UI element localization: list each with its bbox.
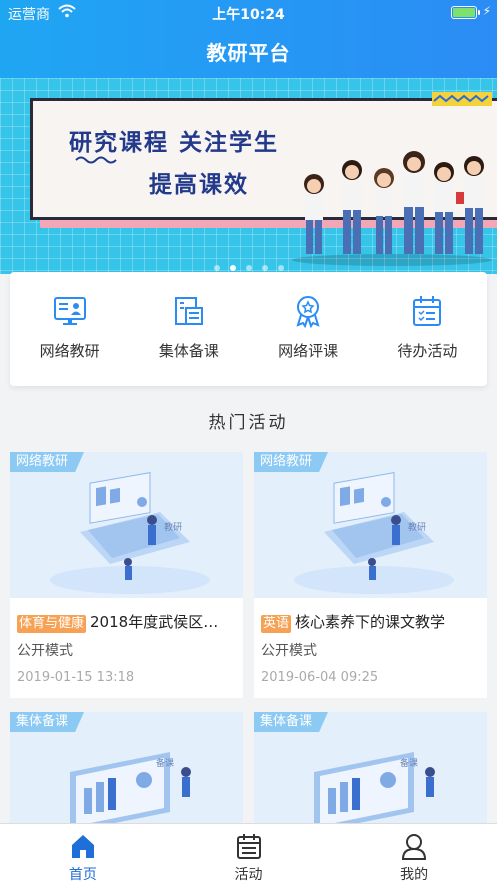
activity-date: 2019-01-15 13:18 — [17, 670, 135, 685]
section-title: 热门活动 — [208, 413, 289, 433]
charging-icon: ⚡ — [482, 4, 491, 18]
menu-label: 待办活动 — [397, 342, 458, 360]
activity-cover: 教研 网络教研 — [254, 452, 487, 598]
home-icon — [71, 835, 94, 858]
activity-mode: 公开模式 — [17, 643, 73, 659]
activity-cover: 备课 集体备课 — [10, 712, 243, 823]
banner-slogan-2: 提高课效 — [149, 172, 249, 198]
activity-title: 英语 核心素养下的课文教学 — [261, 611, 483, 633]
tab-activities[interactable]: 活动 — [166, 824, 332, 883]
activity-title-text: 核心素养下的课文教学 — [295, 613, 446, 631]
activity-date: 2019-06-04 09:25 — [261, 670, 379, 685]
user-icon — [402, 834, 427, 860]
tab-home[interactable]: 首页 — [0, 824, 166, 883]
carousel-dot-active[interactable] — [229, 265, 236, 271]
subject-badge: 体育与健康 — [17, 615, 87, 633]
menu-label: 网络评课 — [278, 342, 339, 360]
activity-tag: 集体备课 — [254, 712, 329, 732]
illus-caption: 备课 — [156, 757, 174, 769]
banner-slogan-1: 研究课程 关注学生 — [69, 130, 280, 156]
students-illustration — [292, 151, 492, 266]
activity-title: 体育与健康 2018年度武侯区… — [17, 611, 239, 633]
carousel-dot[interactable] — [261, 265, 268, 271]
tab-label: 我的 — [400, 867, 429, 883]
banner-carousel[interactable]: 研究课程 关注学生 提高课效 — [0, 78, 497, 274]
calendar-list-icon — [413, 296, 442, 326]
subject-badge: 英语 — [261, 615, 292, 633]
monitor-illustration: 备课 — [70, 752, 191, 823]
medal-icon — [296, 296, 320, 328]
illus-caption: 备课 — [400, 757, 418, 769]
status-bar: 运营商 上午10:24 ⚡ — [0, 0, 497, 26]
laptop-illustration: 教研 — [294, 472, 454, 594]
activity-tag: 网络教研 — [10, 452, 85, 472]
calendar-icon — [236, 834, 261, 859]
monitor-user-icon — [53, 297, 86, 325]
tab-mine[interactable]: 我的 — [331, 824, 497, 883]
carousel-dot[interactable] — [245, 265, 252, 271]
activity-cover: 备课 集体备课 — [254, 712, 487, 823]
menu-network-research[interactable]: 网络教研 — [10, 272, 129, 386]
tab-label: 首页 — [68, 867, 97, 883]
carousel-dot[interactable] — [213, 265, 220, 271]
menu-network-review[interactable]: 网络评课 — [249, 272, 368, 386]
tab-label: 活动 — [234, 867, 263, 883]
page-title: 教研平台 — [206, 41, 291, 65]
menu-group-prep[interactable]: 集体备课 — [129, 272, 248, 386]
menu-todo-activities[interactable]: 待办活动 — [368, 272, 487, 386]
bottom-tab-bar: 首页 活动 我的 — [0, 823, 497, 883]
quick-menu: 网络教研 集体备课 网络评课 待办活动 — [10, 272, 487, 386]
activity-title-text: 2018年度武侯区… — [90, 613, 219, 631]
battery-icon — [451, 6, 480, 19]
menu-label: 网络教研 — [39, 342, 100, 360]
carousel-dot[interactable] — [277, 265, 284, 271]
laptop-illustration: 教研 — [50, 472, 210, 594]
building-icon — [174, 297, 203, 325]
activity-card[interactable]: 备课 集体备课 — [10, 712, 243, 823]
activity-tag: 网络教研 — [254, 452, 329, 472]
activity-card[interactable]: 教研 网络教研 体育与健康 2018年度武侯区… 公开模式 2019-01-15 … — [10, 452, 243, 698]
zigzag-decoration — [432, 92, 492, 106]
activity-tag: 集体备课 — [10, 712, 85, 732]
activity-mode: 公开模式 — [261, 643, 317, 659]
illus-caption: 教研 — [164, 521, 182, 533]
illus-caption: 教研 — [408, 521, 426, 533]
squiggle-decoration — [75, 156, 117, 164]
menu-label: 集体备课 — [158, 342, 219, 360]
monitor-illustration: 备课 — [314, 752, 435, 823]
activity-cover: 教研 网络教研 — [10, 452, 243, 598]
activity-card[interactable]: 备课 集体备课 — [254, 712, 487, 823]
app-header: 运营商 上午10:24 ⚡ 教研平台 — [0, 0, 497, 78]
status-time: 上午10:24 — [212, 7, 285, 23]
activity-card[interactable]: 教研 网络教研 英语 核心素养下的课文教学 公开模式 2019-06-04 09:… — [254, 452, 487, 698]
